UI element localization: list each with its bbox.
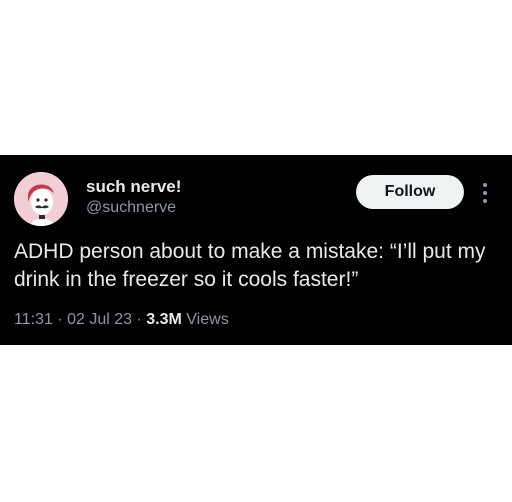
more-dot: [483, 183, 487, 187]
author-handle[interactable]: @suchnerve: [86, 199, 176, 217]
meta-separator: ·: [57, 311, 63, 328]
tweet-text: ADHD person about to make a mistake: “I’…: [14, 240, 486, 291]
author-display-name[interactable]: such nerve!: [86, 177, 181, 197]
tweet-time[interactable]: 11:31: [14, 311, 53, 328]
tweet-date[interactable]: 02 Jul 23: [67, 311, 132, 328]
more-dot: [483, 199, 487, 203]
views-label: Views: [186, 311, 229, 328]
views-count[interactable]: 3.3M: [146, 311, 182, 328]
more-dot: [483, 191, 487, 195]
tweet-meta: 11:31 · 02 Jul 23 · 3.3M Views: [14, 311, 229, 329]
page: such nerve! @suchnerve Follow ADHD perso…: [0, 0, 512, 502]
avatar[interactable]: [14, 172, 68, 226]
meta-separator: ·: [136, 311, 142, 328]
more-vertical-icon[interactable]: [476, 181, 494, 205]
follow-button[interactable]: Follow: [356, 175, 464, 209]
tweet-card: such nerve! @suchnerve Follow ADHD perso…: [0, 155, 512, 345]
avatar-icon: [14, 172, 68, 226]
